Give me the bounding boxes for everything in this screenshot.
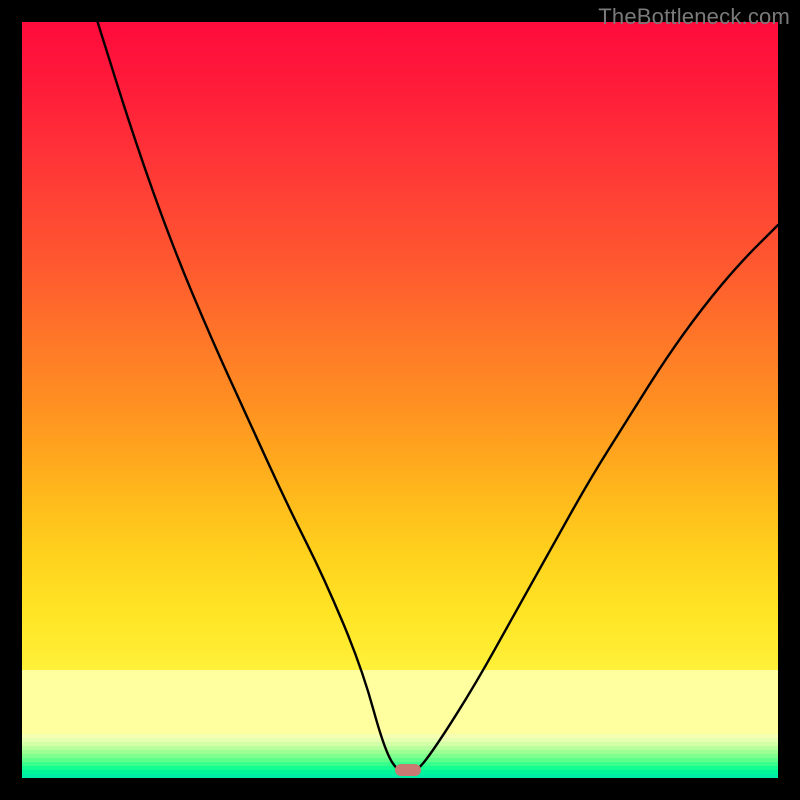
min-marker bbox=[395, 764, 421, 776]
bottleneck-curve bbox=[22, 22, 778, 778]
chart-frame: TheBottleneck.com bbox=[0, 0, 800, 800]
plot-area bbox=[22, 22, 778, 778]
watermark-text: TheBottleneck.com bbox=[598, 4, 790, 30]
